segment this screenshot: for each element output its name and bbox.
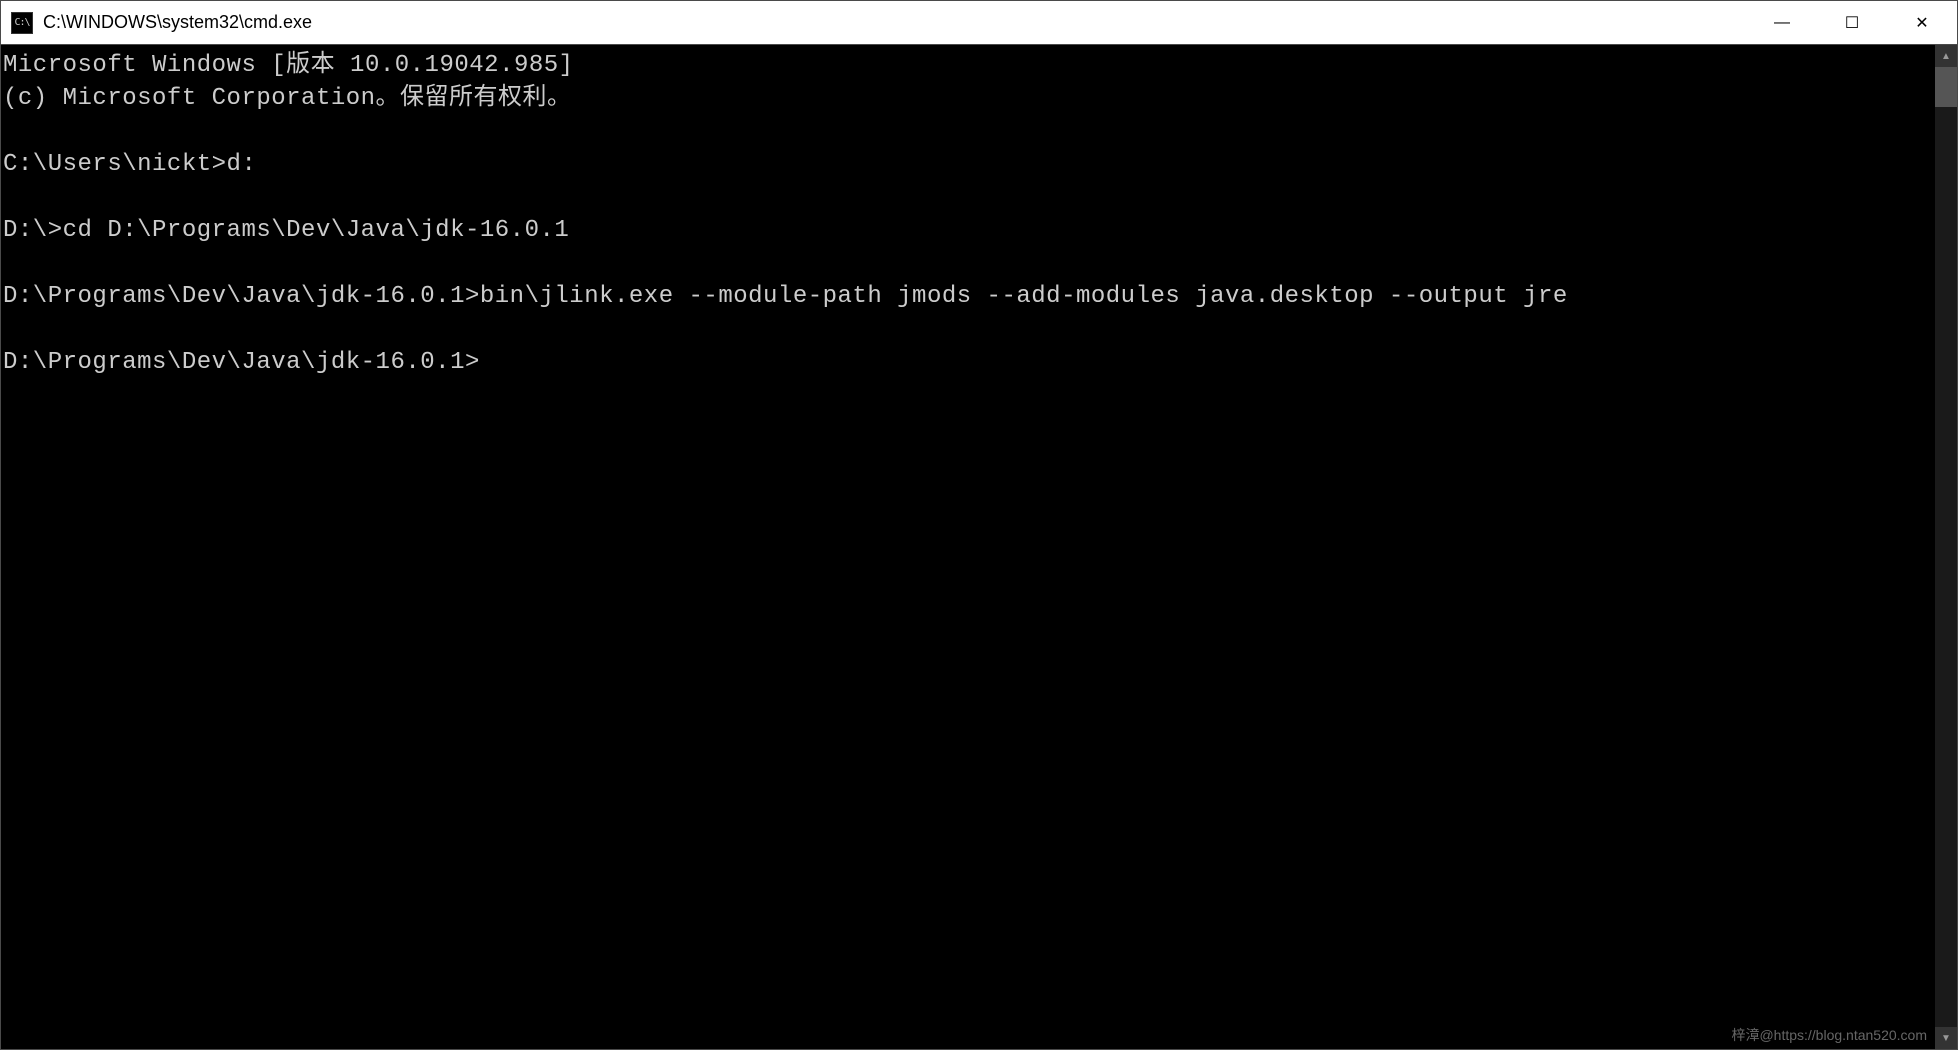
- minimize-button[interactable]: —: [1747, 1, 1817, 44]
- terminal-line: (c) Microsoft Corporation。保留所有权利。: [3, 82, 1933, 115]
- window-title: C:\WINDOWS\system32\cmd.exe: [43, 12, 312, 33]
- terminal-line: [3, 247, 1933, 280]
- watermark-text: 梓漳@https://blog.ntan520.com: [1731, 1025, 1927, 1045]
- terminal-line: D:\Programs\Dev\Java\jdk-16.0.1>: [3, 346, 1933, 379]
- cmd-window: C:\ C:\WINDOWS\system32\cmd.exe — ☐ ✕ Mi…: [0, 0, 1958, 1050]
- terminal-line: D:\>cd D:\Programs\Dev\Java\jdk-16.0.1: [3, 214, 1933, 247]
- terminal-output[interactable]: Microsoft Windows [版本 10.0.19042.985](c)…: [1, 45, 1935, 1049]
- vertical-scrollbar[interactable]: ▲ ▼: [1935, 45, 1957, 1049]
- scroll-up-button[interactable]: ▲: [1935, 45, 1957, 67]
- terminal-line: Microsoft Windows [版本 10.0.19042.985]: [3, 49, 1933, 82]
- scrollbar-track[interactable]: [1935, 67, 1957, 1027]
- titlebar-left: C:\ C:\WINDOWS\system32\cmd.exe: [1, 12, 312, 34]
- terminal-line: D:\Programs\Dev\Java\jdk-16.0.1>bin\jlin…: [3, 280, 1933, 313]
- terminal-line: [3, 313, 1933, 346]
- terminal-line: [3, 181, 1933, 214]
- window-controls: — ☐ ✕: [1747, 1, 1957, 44]
- terminal-line: C:\Users\nickt>d:: [3, 148, 1933, 181]
- titlebar[interactable]: C:\ C:\WINDOWS\system32\cmd.exe — ☐ ✕: [1, 1, 1957, 45]
- scrollbar-thumb[interactable]: [1935, 67, 1957, 107]
- maximize-button[interactable]: ☐: [1817, 1, 1887, 44]
- scroll-down-button[interactable]: ▼: [1935, 1027, 1957, 1049]
- cmd-icon: C:\: [11, 12, 33, 34]
- close-button[interactable]: ✕: [1887, 1, 1957, 44]
- terminal-line: [3, 115, 1933, 148]
- client-area: Microsoft Windows [版本 10.0.19042.985](c)…: [1, 45, 1957, 1049]
